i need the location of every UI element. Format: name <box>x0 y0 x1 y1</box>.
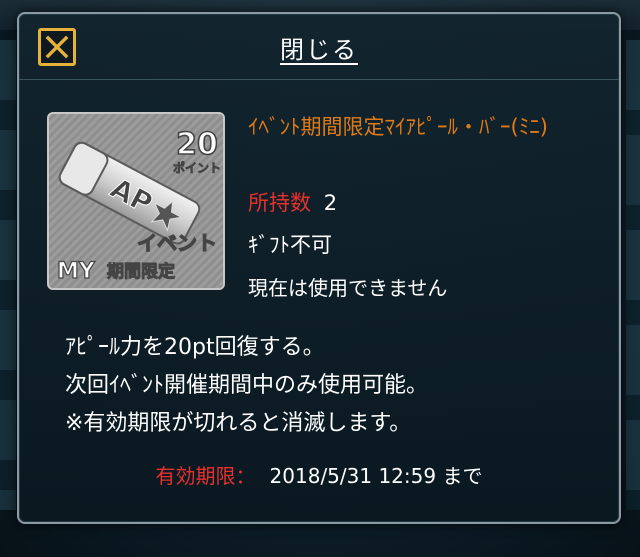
item-image-points-number: 20 <box>176 127 218 162</box>
item-image: AP 20 ポイント イベント MY 期間限定 <box>47 112 225 290</box>
item-name: ｲﾍﾞﾝﾄ期間限定ﾏｲｱﾋﾟｰﾙ・ﾊﾞｰ(ﾐﾆ) <box>248 115 548 139</box>
expiry-row: 有効期限： 2018/5/31 12:59 まで <box>19 460 619 489</box>
item-image-limited-text: 期間限定 <box>107 261 175 282</box>
close-button-label[interactable]: 閉じる <box>280 36 358 64</box>
item-image-event-text: イベント <box>137 231 217 255</box>
description-line: ｱﾋﾟｰﾙ力を20pt回復する。 <box>65 335 325 360</box>
item-image-points-unit: ポイント <box>173 160 221 175</box>
item-detail-dialog: 閉じる AP 20 ポイント イベント MY 期間限定 ｲﾍﾞﾝﾄ期間限定ﾏｲｱ… <box>17 12 621 524</box>
item-description: ｱﾋﾟｰﾙ力を20pt回復する。 次回ｲﾍﾞﾝﾄ開催期間中のみ使用可能。 ※有効… <box>65 329 605 443</box>
owned-count-row: 所持数 2 <box>248 187 337 217</box>
usage-status: 現在は使用できません <box>248 276 448 300</box>
item-image-my-text: MY <box>57 259 96 284</box>
background-right-panel <box>626 40 640 510</box>
expiry-label: 有効期限： <box>155 464 256 488</box>
gift-status: ｷﾞﾌﾄ不可 <box>248 233 332 257</box>
appeal-bar-icon: AP 20 ポイント イベント MY 期間限定 <box>56 126 221 284</box>
owned-count-label: 所持数 <box>248 191 311 215</box>
expiry-value: 2018/5/31 12:59 まで <box>269 464 483 488</box>
description-line: ※有効期限が切れると消滅します。 <box>65 411 412 436</box>
description-line: 次回ｲﾍﾞﾝﾄ開催期間中のみ使用可能。 <box>65 373 429 398</box>
dialog-header: 閉じる <box>19 14 619 80</box>
owned-count-value: 2 <box>323 191 338 215</box>
close-button[interactable]: 閉じる <box>19 30 619 65</box>
background-left-panel <box>0 40 16 510</box>
